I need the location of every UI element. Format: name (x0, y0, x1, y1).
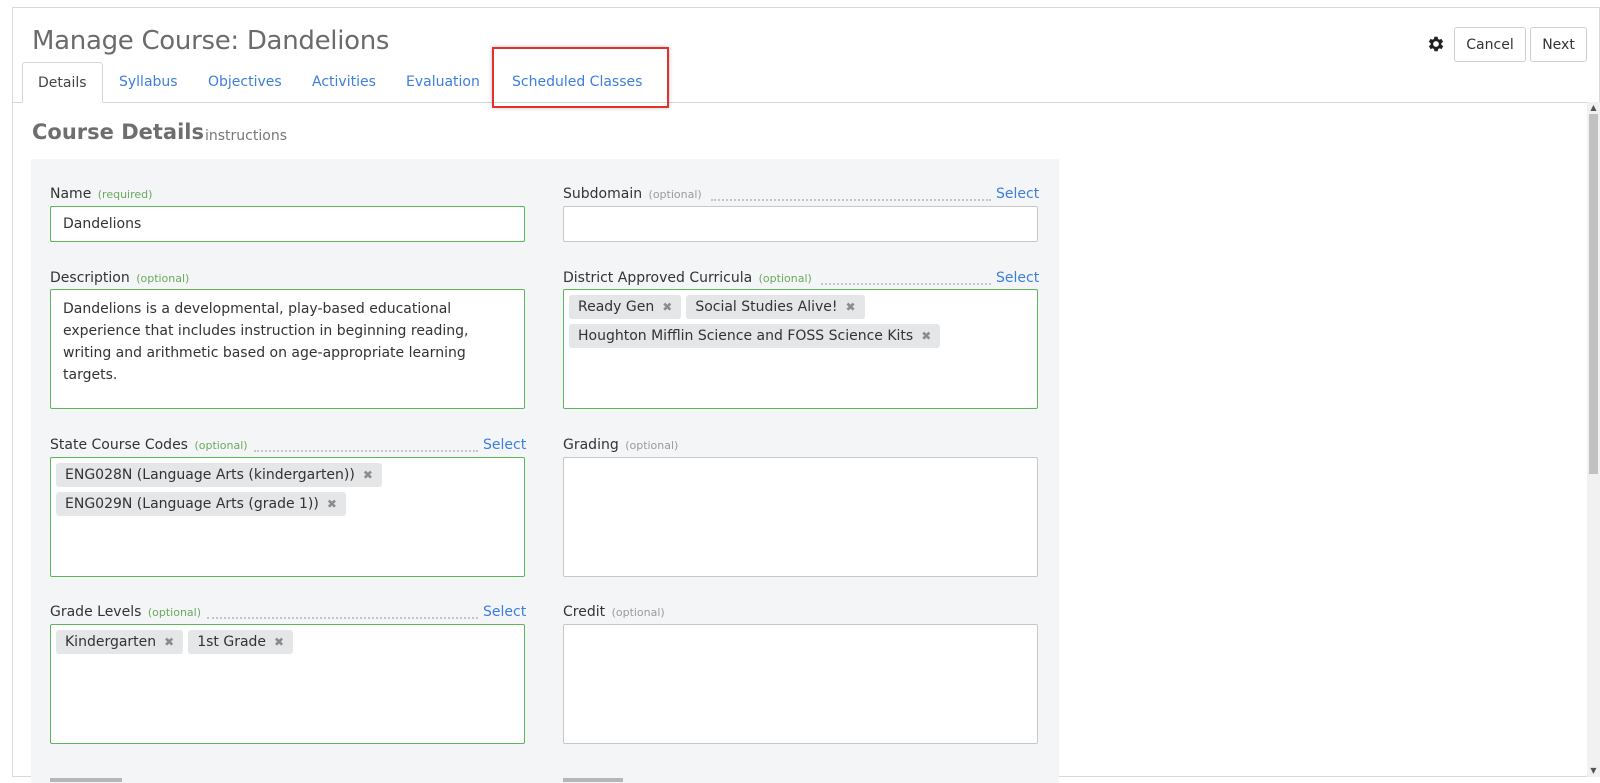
credit-label: Credit (optional) (563, 604, 665, 620)
grade-levels-select-link[interactable]: Select (483, 604, 526, 620)
description-textarea[interactable]: Dandelions is a developmental, play-base… (50, 289, 525, 409)
cut-off-label (50, 770, 140, 783)
name-input[interactable]: Dandelions (50, 206, 525, 242)
tab-details[interactable]: Details (22, 62, 103, 103)
remove-icon[interactable]: ✖ (363, 463, 373, 487)
dotted-leader (207, 617, 478, 619)
state-codes-select-link[interactable]: Select (483, 437, 526, 453)
subdomain-input[interactable] (563, 206, 1038, 242)
state-code-tag: ENG029N (Language Arts (grade 1)) ✖ (56, 492, 346, 516)
cut-off-label (563, 770, 623, 783)
cancel-button[interactable]: Cancel (1454, 27, 1526, 62)
curricula-field[interactable]: Ready Gen ✖ Social Studies Alive! ✖ Hought… (563, 289, 1038, 409)
gear-icon[interactable] (1426, 34, 1446, 54)
scheduled-classes-highlight-box (492, 47, 669, 108)
state-code-tag: ENG028N (Language Arts (kindergarten)) ✖ (56, 463, 382, 487)
curriculum-tag: Houghton Mifflin Science and FOSS Scienc… (569, 324, 941, 348)
subdomain-label: Subdomain (optional) (563, 186, 702, 202)
remove-icon[interactable]: ✖ (164, 630, 174, 654)
next-button[interactable]: Next (1530, 27, 1587, 62)
name-label: Name (required) (50, 186, 153, 202)
remove-icon[interactable]: ✖ (274, 630, 284, 654)
description-label: Description (optional) (50, 270, 190, 286)
curriculum-tag: Social Studies Alive! ✖ (686, 295, 865, 319)
grade-level-tag: 1st Grade ✖ (188, 630, 294, 654)
dotted-leader (254, 450, 478, 452)
scroll-thumb[interactable] (1589, 114, 1598, 474)
tab-bar: Details Syllabus Objectives Activities E… (12, 62, 1600, 103)
grade-level-tag: Kindergarten ✖ (56, 630, 184, 654)
grade-levels-label: Grade Levels (optional) (50, 604, 202, 620)
scroll-down-icon[interactable]: ▼ (1589, 767, 1598, 775)
grading-label: Grading (optional) (563, 437, 679, 453)
grade-levels-field[interactable]: Kindergarten ✖ 1st Grade ✖ (50, 624, 525, 744)
section-title: Course Details (32, 120, 204, 144)
remove-icon[interactable]: ✖ (846, 295, 856, 319)
grading-textarea[interactable] (563, 457, 1038, 577)
tab-syllabus[interactable]: Syllabus (119, 62, 178, 102)
remove-icon[interactable]: ✖ (921, 324, 931, 348)
scroll-up-icon[interactable]: ▲ (1589, 104, 1598, 112)
page-title: Manage Course: Dandelions (32, 26, 390, 56)
dotted-leader (821, 283, 991, 285)
section-instructions-link[interactable]: instructions (205, 128, 287, 144)
curriculum-tag: Ready Gen ✖ (569, 295, 682, 319)
curricula-select-link[interactable]: Select (996, 270, 1039, 286)
tab-evaluation[interactable]: Evaluation (406, 62, 480, 102)
dotted-leader (711, 199, 991, 201)
subdomain-select-link[interactable]: Select (996, 186, 1039, 202)
state-codes-label: State Course Codes (optional) (50, 437, 248, 453)
description-value: Dandelions is a developmental, play-base… (63, 301, 469, 383)
curricula-label: District Approved Curricula (optional) (563, 270, 812, 286)
scrollbar[interactable]: ▲ ▼ (1587, 102, 1600, 777)
credit-textarea[interactable] (563, 624, 1038, 744)
state-codes-field[interactable]: ENG028N (Language Arts (kindergarten)) ✖ … (50, 457, 525, 577)
tab-activities[interactable]: Activities (312, 62, 376, 102)
tab-objectives[interactable]: Objectives (208, 62, 282, 102)
remove-icon[interactable]: ✖ (327, 492, 337, 516)
remove-icon[interactable]: ✖ (662, 295, 672, 319)
name-value: Dandelions (63, 216, 142, 232)
